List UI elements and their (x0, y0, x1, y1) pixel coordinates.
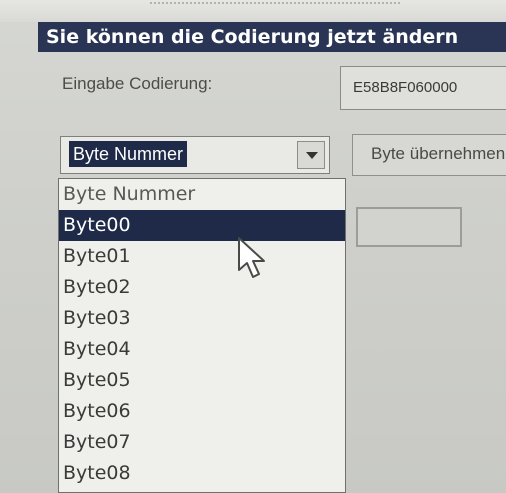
encoding-label: Eingabe Codierung: (62, 74, 213, 93)
byte-number-dropdown-list[interactable]: Byte Nummer Byte00 Byte01 Byte02 Byte03 … (58, 178, 346, 493)
dropdown-option[interactable]: Byte02 (59, 272, 345, 303)
encoding-input[interactable]: E58B8F060000 (340, 66, 506, 110)
dropdown-option[interactable]: Byte07 (59, 427, 345, 458)
instruction-banner: Sie können die Codierung jetzt ändern (38, 22, 506, 52)
byte-value-field[interactable] (356, 207, 462, 247)
dropdown-option[interactable]: Byte01 (59, 241, 345, 272)
title-strip-text-blur (150, 2, 400, 10)
mouse-pointer-icon (238, 237, 265, 278)
dropdown-option[interactable]: Byte00 (59, 210, 345, 241)
byte-number-select-value: Byte Nummer (69, 141, 188, 167)
dropdown-option[interactable]: Byte04 (59, 334, 345, 365)
dropdown-option[interactable]: Byte05 (59, 365, 345, 396)
take-byte-button[interactable]: Byte übernehmen (352, 134, 506, 176)
dropdown-option[interactable]: Byte Nummer (59, 179, 345, 210)
chevron-down-icon[interactable] (297, 141, 325, 169)
dropdown-option[interactable]: Byte06 (59, 396, 345, 427)
dropdown-option[interactable]: Byte08 (59, 458, 345, 489)
screen: Sie können die Codierung jetzt ändern Ei… (0, 0, 506, 493)
title-strip (0, 0, 506, 22)
dropdown-option[interactable]: Byte03 (59, 303, 345, 334)
byte-number-select[interactable]: Byte Nummer (60, 136, 330, 174)
